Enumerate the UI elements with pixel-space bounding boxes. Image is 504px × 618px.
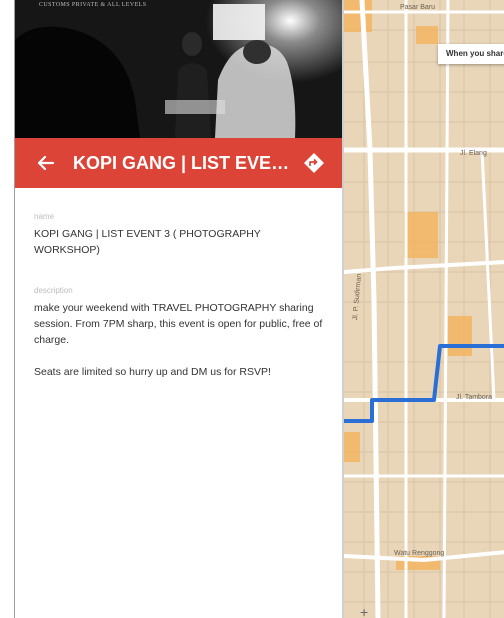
place-title: KOPI GANG | LIST EVENT 3 ... [73,153,295,173]
place-header: KOPI GANG | LIST EVENT 3 ... [15,138,343,188]
name-value: KOPI GANG | LIST EVENT 3 ( PHOTOGRAPHY W… [34,228,264,256]
map-label-street-mid: Jl. Tambora [456,394,493,401]
map-view[interactable]: Pasar Baru Jl. Tambora Watu Renggong Jl.… [342,0,504,618]
directions-icon[interactable] [303,152,325,174]
map-tooltip: When you share [438,44,504,64]
description-label: description [34,286,73,295]
photo-caption: CUSTOMS PRIVATE & ALL LEVELS [39,2,147,8]
map-label-street-top: Pasar Baru [400,4,436,11]
event-photo-image [15,0,343,138]
arrow-left-icon[interactable] [33,150,59,176]
place-details-panel: CUSTOMS PRIVATE & ALL LEVELS KOPI GANG |… [14,0,343,618]
description-value: make your weekend with TRAVEL PHOTOGRAPH… [34,302,323,378]
event-photo: CUSTOMS PRIVATE & ALL LEVELS [15,0,343,138]
map-label-street-side: Jl. Elang [460,150,487,157]
name-label: name [34,212,55,221]
map-canvas [344,0,504,618]
map-label-street-bottom: Watu Renggong [394,550,445,557]
zoom-in-button[interactable]: + [360,604,368,618]
